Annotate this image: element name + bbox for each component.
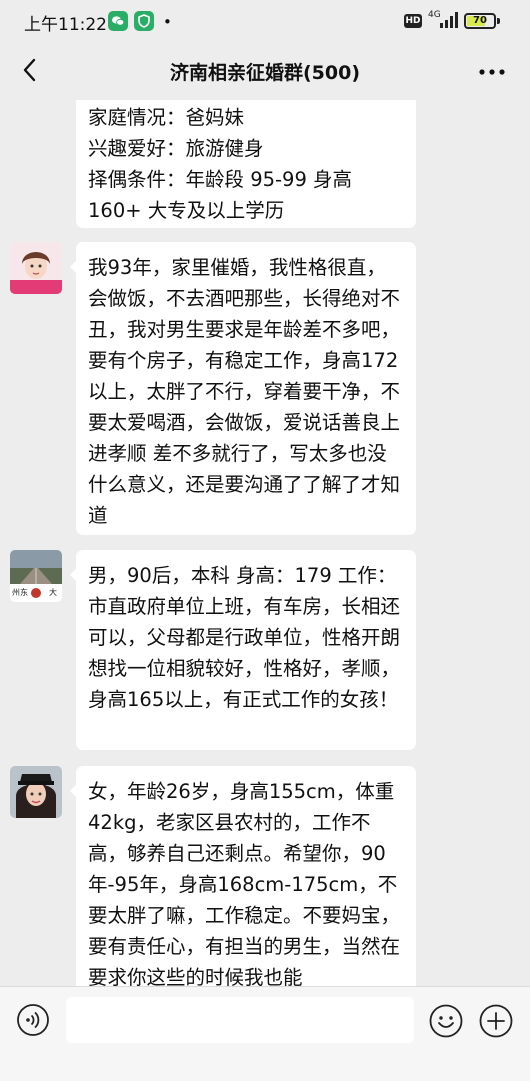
avatar-caption-left: 州东 [12,588,28,597]
battery-tip [497,18,500,24]
shield-notification-icon [134,11,154,31]
emoji-button[interactable] [428,1003,464,1039]
voice-icon [17,1004,49,1036]
avatar[interactable] [10,242,62,294]
chat-header: 济南相亲征婚群(500) [0,42,530,100]
smiley-icon [429,1004,463,1038]
avatar[interactable] [10,766,62,818]
chat-input-bar [0,986,530,1081]
voice-input-button[interactable] [16,1003,50,1037]
message-bubble[interactable]: 我93年，家里催婚，我性格很直，会做饭，不去酒吧那些，长得绝对不丑，我对男生要求… [76,242,416,535]
battery-percent: 70 [473,15,487,26]
battery-icon: 70 [464,13,496,29]
plus-circle-icon [479,1004,513,1038]
status-bar: 上午11:22 • HD 4G 70 [0,0,530,42]
avatar-caption-right: 大 [49,588,57,597]
wechat-notification-icon [108,11,128,31]
more-options-button[interactable] [474,60,510,84]
more-functions-button[interactable] [478,1003,514,1039]
message-bubble[interactable]: 女，年龄26岁，身高155cm，体重42kg，老家区县农村的，工作不高，够养自己… [76,766,416,986]
signal-icon [440,12,458,28]
hd-badge: HD [404,14,422,28]
message-bubble[interactable]: 男，90后，本科 身高：179 工作：市直政府单位上班，有车房，长相还可以，父母… [76,550,416,750]
page-title: 济南相亲征婚群(500) [169,62,361,84]
message-bubble[interactable]: 家庭情况：爸妈妹 兴趣爱好：旅游健身 择偶条件：年龄段 95-99 身高 160… [76,100,416,228]
message-input[interactable] [66,997,414,1043]
network-type: 4G [428,10,441,20]
status-time: 上午11:22 [24,15,107,35]
chat-message-list[interactable]: 家庭情况：爸妈妹 兴趣爱好：旅游健身 择偶条件：年龄段 95-99 身高 160… [0,100,530,986]
status-dot: • [163,13,172,31]
avatar[interactable]: 州东 大 [10,550,62,602]
more-dots-icon [479,69,505,75]
